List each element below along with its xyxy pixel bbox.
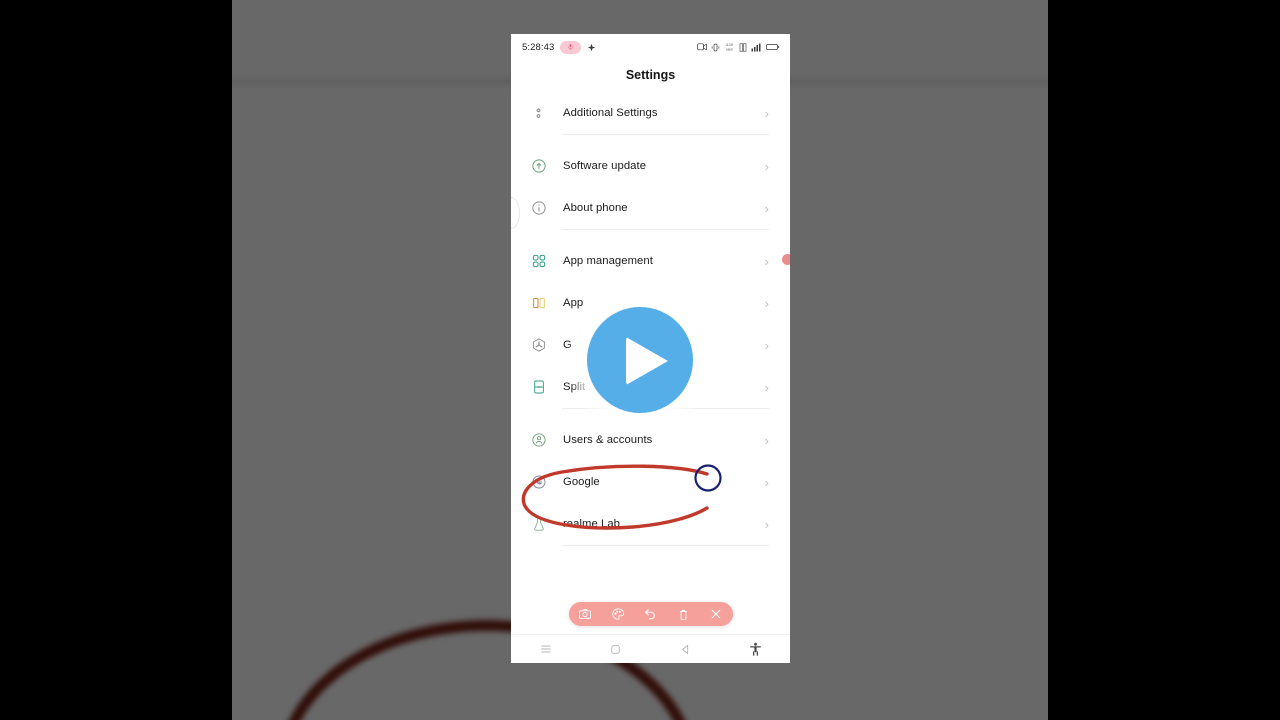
divider xyxy=(562,545,769,546)
split-screen-icon xyxy=(531,379,559,395)
list-item-app-management[interactable]: App management › xyxy=(511,240,790,282)
list-item-label: Software update xyxy=(563,160,647,172)
chevron-right-icon: › xyxy=(764,432,769,448)
navigation-bar xyxy=(511,634,790,663)
status-bar: 5:28:43 0.19 KB/S xyxy=(511,34,790,60)
camera-icon[interactable] xyxy=(572,603,598,625)
palette-icon[interactable] xyxy=(605,603,631,625)
play-triangle-icon xyxy=(626,337,668,385)
undo-arrow-icon[interactable] xyxy=(637,603,663,625)
signal-bars-icon xyxy=(751,43,762,52)
list-item-software-update[interactable]: Software update › xyxy=(511,145,790,187)
chevron-right-icon: › xyxy=(764,379,769,395)
chevron-right-icon: › xyxy=(764,158,769,174)
microphone-icon xyxy=(560,40,582,54)
app-grid-icon xyxy=(531,253,559,269)
back-button[interactable] xyxy=(651,643,721,656)
list-item-realme-lab[interactable]: realme Lab › xyxy=(511,503,790,545)
google-g-icon xyxy=(531,474,559,490)
flask-icon xyxy=(531,516,559,532)
list-item-label: App management xyxy=(563,255,653,267)
two-dots-icon xyxy=(531,106,559,121)
close-x-icon[interactable] xyxy=(703,603,729,625)
chevron-right-icon: › xyxy=(764,474,769,490)
chevron-right-icon: › xyxy=(764,105,769,121)
svg-text:0.19: 0.19 xyxy=(726,43,733,47)
group-gap xyxy=(511,230,790,240)
trash-icon[interactable] xyxy=(670,603,696,625)
status-bar-clock: 5:28:43 xyxy=(522,41,555,53)
home-button[interactable] xyxy=(581,643,651,656)
info-circle-icon xyxy=(531,200,559,216)
right-edge-marker-dot xyxy=(782,254,790,265)
list-item-about-phone[interactable]: About phone › xyxy=(511,187,790,229)
vibrate-icon xyxy=(711,43,720,52)
list-item-additional-settings[interactable]: Additional Settings › xyxy=(511,92,790,134)
recents-button[interactable] xyxy=(511,642,581,656)
list-item-label: Users & accounts xyxy=(563,434,653,446)
game-hexagon-icon xyxy=(531,337,559,353)
accessibility-person-icon[interactable] xyxy=(720,642,790,657)
group-gap xyxy=(511,135,790,145)
battery-icon xyxy=(766,43,780,51)
play-button[interactable] xyxy=(566,286,714,434)
dual-sim-icon xyxy=(739,42,747,52)
screenshot-stage: Ap › Ap › Ga xyxy=(0,0,1280,720)
chevron-right-icon: › xyxy=(764,200,769,216)
list-item-label: About phone xyxy=(563,202,628,214)
software-update-icon xyxy=(531,158,559,174)
list-item-label: realme Lab xyxy=(563,518,621,530)
chevron-right-icon: › xyxy=(764,516,769,532)
screen-recording-icon xyxy=(697,43,707,51)
users-accounts-icon xyxy=(531,432,559,448)
chevron-right-icon: › xyxy=(764,337,769,353)
markup-toolbar xyxy=(568,602,733,626)
app-split-panel-icon xyxy=(531,295,559,311)
list-item-label: Additional Settings xyxy=(563,107,658,119)
data-speed-icon: 0.19 KB/S xyxy=(724,42,735,52)
sparkle-icon xyxy=(587,43,596,52)
chevron-right-icon: › xyxy=(764,295,769,311)
page-title: Settings xyxy=(625,68,676,82)
list-item-google[interactable]: Google › xyxy=(511,461,790,503)
svg-text:KB/S: KB/S xyxy=(726,47,733,51)
list-item-label: Google xyxy=(563,476,600,488)
chevron-right-icon: › xyxy=(764,253,769,269)
